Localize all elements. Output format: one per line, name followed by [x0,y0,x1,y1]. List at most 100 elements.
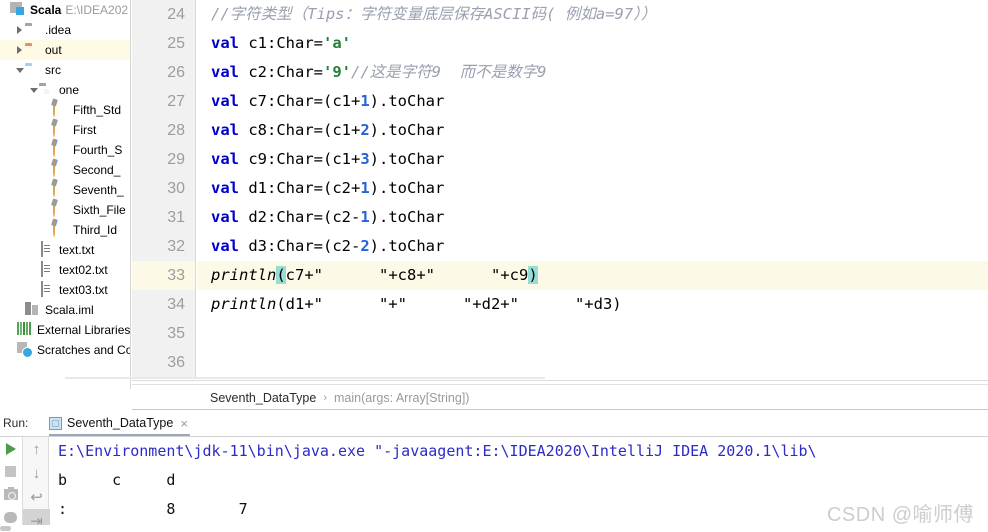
chevron-down-icon[interactable] [28,80,39,100]
stop-button[interactable] [0,460,21,483]
line-number[interactable]: 32 [132,232,195,261]
close-icon[interactable]: × [180,417,188,430]
line-number[interactable]: 34 [132,290,195,319]
tree-item-idea[interactable]: .idea [0,20,130,40]
tree-item-label: Third_Id [73,223,118,237]
code-line[interactable]: println(c7+" "+c8+" "+c9) [197,261,988,290]
tree-item-label: Second_ [73,163,121,177]
arrow-up-icon: ↑ [32,440,41,458]
scroll-down-button[interactable]: ↓ [23,461,50,485]
code-token: 2 [360,237,370,255]
tree-item-label: .idea [45,23,72,37]
line-number[interactable]: 27 [132,87,195,116]
play-icon [5,442,16,455]
run-tab-label: Seventh_DataType [67,416,174,430]
tree-item-scala-iml[interactable]: Scala.iml [0,300,130,320]
code-line[interactable]: println(d1+" "+" "+d2+" "+d3) [197,290,988,319]
tree-item-text-txt[interactable]: text.txt [0,240,130,260]
code-token: println [211,266,277,284]
tree-item-text03-txt[interactable]: text03.txt [0,280,130,300]
tree-item-out[interactable]: out [0,40,130,60]
iml-file-icon [25,302,41,318]
run-toolbar-right[interactable]: ↑ ↓ ↩ ⇥ [22,437,50,532]
tree-item-text02-txt[interactable]: text02.txt [0,260,130,280]
stop-icon [5,466,16,477]
run-toolbar-left[interactable] [0,437,21,532]
code-token: val [211,92,239,110]
chevron-right-icon[interactable] [14,20,25,40]
tree-item-label: Fifth_Std [73,103,122,117]
project-tree-items: .idea out src one Fifth_Std First Fourth_S Seco… [0,20,130,360]
scala-object-icon [51,158,69,178]
code-token: val [211,34,239,52]
tree-item-label: src [45,63,61,77]
console-vertical-scrollbar[interactable] [981,437,988,532]
tree-item-second[interactable]: Second_ [0,158,130,180]
rerun-button[interactable] [0,437,21,460]
soft-wrap-button[interactable]: ↩ [23,485,50,509]
scrollbar-thumb[interactable] [0,526,11,531]
tree-item-label: out [45,43,62,57]
code-line[interactable]: val c2:Char='9'//这是字符9 而不是数字9 [197,58,988,87]
breadcrumb-object[interactable]: Seventh_DataType [210,391,316,405]
code-editor[interactable]: 24 25 26 27 28 29 30 31 32 33 34 35 36 //字符类型（Tips：字… [132,0,988,378]
tree-item-src[interactable]: src [0,60,130,80]
project-root-path: E:\IDEA202 [65,3,129,17]
tree-item-fifth-std[interactable]: Fifth_Std [0,98,130,120]
code-line[interactable]: val d3:Char=(c2-2).toChar [197,232,988,261]
code-line[interactable]: val c7:Char=(c1+1).toChar [197,87,988,116]
line-number[interactable]: 33 [132,261,195,290]
code-token: c8:Char=(c1+ [239,121,361,139]
tree-item-fourth-s[interactable]: Fourth_S [0,138,130,160]
line-number[interactable]: 30 [132,174,195,203]
text-file-icon [39,241,55,258]
tree-item-first[interactable]: First [0,118,130,140]
line-number[interactable]: 25 [132,29,195,58]
code-line[interactable]: val d2:Char=(c2-1).toChar [197,203,988,232]
code-token: c7+" "+c8+" "+c9 [285,266,529,284]
code-line[interactable]: val c1:Char='a' [197,29,988,58]
code-line[interactable] [197,348,988,377]
code-token: 1 [360,92,370,110]
ide-window: Scala E:\IDEA202 .idea out src one Fifth_Std… [0,0,988,532]
project-tree-panel[interactable]: Scala E:\IDEA202 .idea out src one Fifth_Std… [0,0,131,389]
code-line[interactable]: val c8:Char=(c1+2).toChar [197,116,988,145]
code-token: d1:Char=(c2+ [239,179,361,197]
tree-item-external-libraries[interactable]: External Libraries [0,320,130,340]
tree-item-label: text03.txt [59,283,108,297]
code-line[interactable]: val d1:Char=(c2+1).toChar [197,174,988,203]
code-line[interactable]: val c9:Char=(c1+3).toChar [197,145,988,174]
line-number[interactable]: 29 [132,145,195,174]
tree-item-seventh[interactable]: Seventh_ [0,178,130,200]
dump-threads-button[interactable] [0,483,21,506]
breadcrumb-method[interactable]: main(args: Array[String]) [334,391,469,405]
horizontal-scrollbar[interactable] [0,525,988,532]
chevron-down-icon[interactable] [14,60,25,80]
line-number[interactable]: 31 [132,203,195,232]
code-token: c9:Char=(c1+ [239,150,361,168]
code-line[interactable]: //字符类型（Tips：字符变量底层保存ASCII码( 例如a=97）） [197,0,988,29]
scroll-up-button[interactable]: ↑ [23,437,50,461]
tree-item-sixth-file[interactable]: Sixth_File [0,198,130,220]
tree-item-label: Seventh_ [73,183,124,197]
code-token: ).toChar [369,179,445,197]
code-line[interactable] [197,319,988,348]
run-tab-seventh-datatype[interactable]: Seventh_DataType × [45,410,194,436]
line-number[interactable]: 24 [132,0,195,29]
line-number[interactable]: 36 [132,348,195,377]
breadcrumb[interactable]: Seventh_DataType › main(args: Array[Stri… [132,384,988,410]
line-number[interactable]: 26 [132,58,195,87]
tree-item-label: First [73,123,97,137]
chevron-right-icon[interactable] [14,40,25,60]
folder-blue-icon [25,62,41,78]
code-token: val [211,150,239,168]
tree-item-scratches-and-co[interactable]: Scratches and Co [0,340,130,360]
code-text-area[interactable]: //字符类型（Tips：字符变量底层保存ASCII码( 例如a=97）） val … [197,0,988,378]
project-root-row[interactable]: Scala E:\IDEA202 [0,0,130,20]
line-number-gutter: 24 25 26 27 28 29 30 31 32 33 34 35 36 [132,0,196,378]
tree-item-one[interactable]: one [0,80,130,100]
line-number[interactable]: 35 [132,319,195,348]
line-number[interactable]: 28 [132,116,195,145]
tree-item-third-id[interactable]: Third_Id [0,218,130,240]
